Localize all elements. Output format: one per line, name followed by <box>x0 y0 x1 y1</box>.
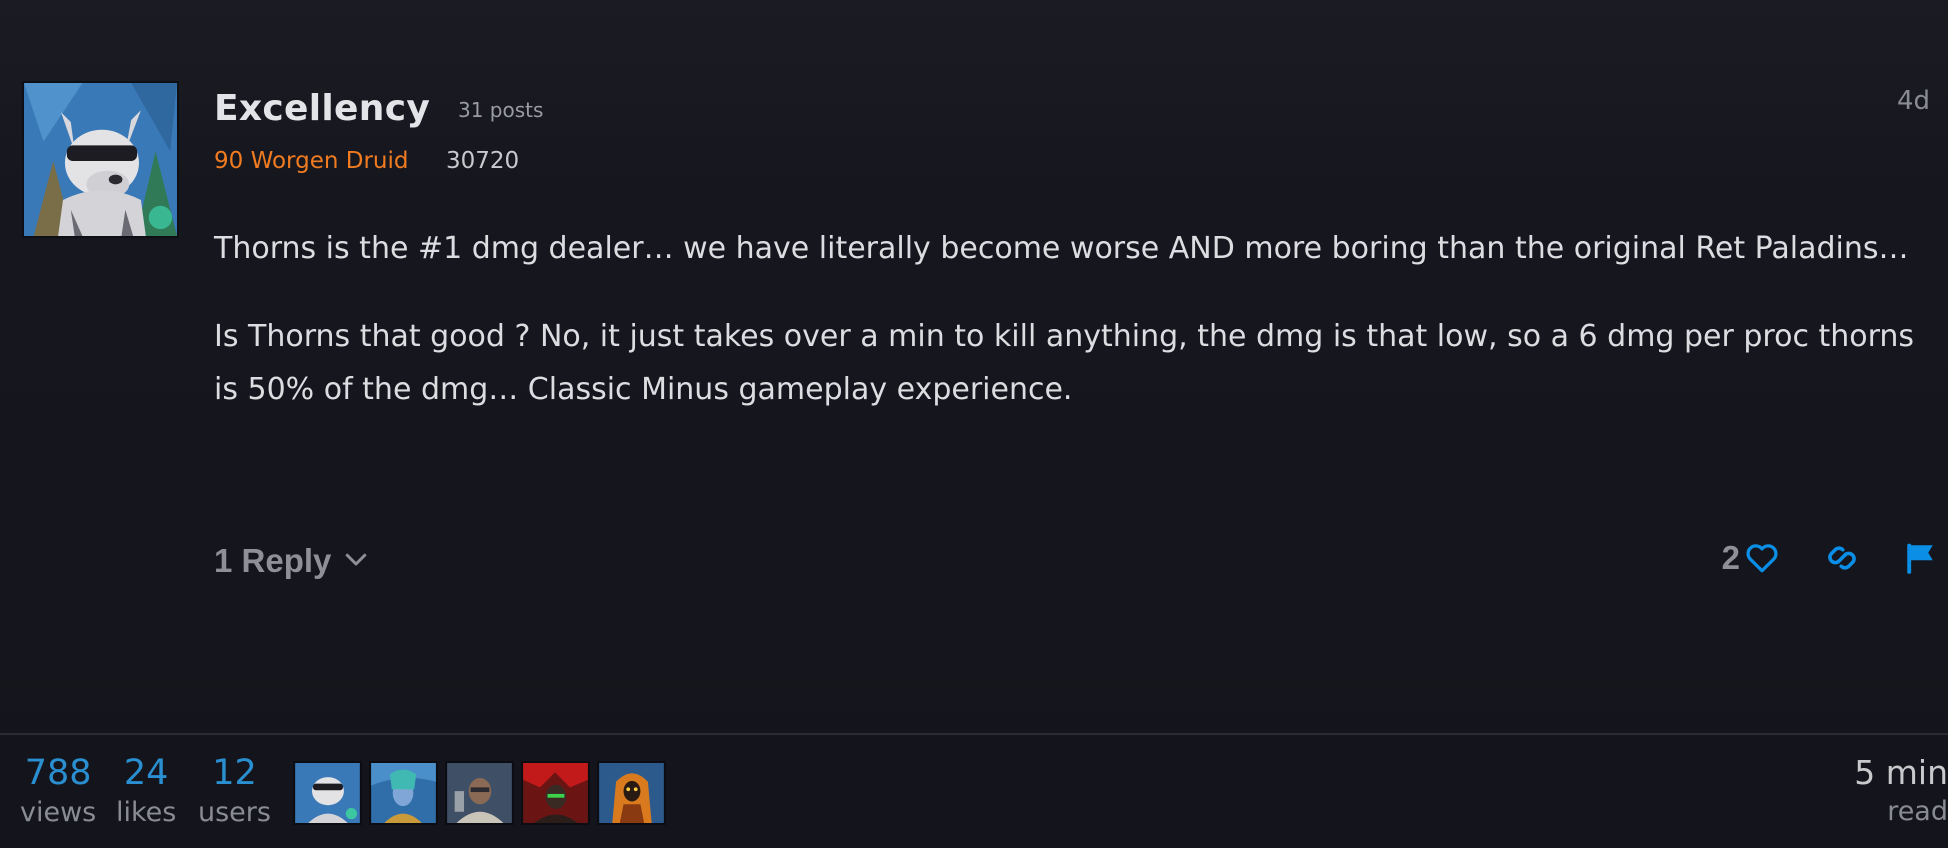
copy-link-button[interactable] <box>1824 540 1860 576</box>
participant-avatar[interactable] <box>293 761 362 825</box>
link-icon <box>1828 546 1856 570</box>
participant-avatar[interactable] <box>369 761 438 825</box>
replies-label: 1 Reply <box>214 542 332 579</box>
chevron-down-icon <box>341 540 371 582</box>
read-time: 5 min read <box>1854 752 1948 830</box>
views-stat: 788 views <box>20 752 96 832</box>
hooded-avatar-image <box>599 763 664 823</box>
read-time-value: 5 min <box>1854 753 1948 792</box>
topic-map-divider <box>0 733 1948 735</box>
likes-label: likes <box>116 797 177 828</box>
post-paragraph: Thorns is the #1 dmg dealer… we have lit… <box>214 231 1909 266</box>
warrior-avatar-image <box>447 763 512 823</box>
flag-button[interactable] <box>1902 540 1938 576</box>
participant-avatars <box>293 761 666 825</box>
like-count[interactable]: 2 <box>1722 539 1740 577</box>
show-replies-button[interactable]: 1 Reply <box>214 540 371 582</box>
worgen-avatar-image <box>295 763 360 823</box>
read-time-label: read <box>1887 796 1948 827</box>
character-info[interactable]: 90 Worgen Druid <box>214 148 408 174</box>
users-count: 12 <box>212 753 257 793</box>
like-button[interactable] <box>1744 540 1780 576</box>
username[interactable]: Excellency <box>214 88 430 129</box>
participant-avatar[interactable] <box>521 761 590 825</box>
night-elf-avatar-image <box>371 763 436 823</box>
topic-post-page: Excellency 31 posts 90 Worgen Druid 3072… <box>0 0 1948 848</box>
demon-hunter-avatar-image <box>523 763 588 823</box>
post-body: Thorns is the #1 dmg dealer… we have lit… <box>214 222 1924 451</box>
participant-avatar[interactable] <box>445 761 514 825</box>
post-actions: 2 <box>1722 536 1938 580</box>
users-stat: 12 users <box>198 752 271 832</box>
post-date[interactable]: 4d <box>1897 86 1930 116</box>
participant-avatar[interactable] <box>597 761 666 825</box>
post-paragraph: Is Thorns that good ? No, it just takes … <box>214 319 1915 407</box>
likes-count: 24 <box>123 753 169 793</box>
views-count: 788 <box>24 753 92 793</box>
achievement-points: 30720 <box>446 148 520 174</box>
views-label: views <box>20 797 97 828</box>
post-count: 31 posts <box>458 98 544 122</box>
likes-stat[interactable]: 24 likes <box>116 752 176 832</box>
users-label: users <box>198 797 271 828</box>
heart-icon <box>1746 544 1778 573</box>
flag-icon <box>1907 543 1933 574</box>
user-avatar[interactable] <box>22 81 179 238</box>
worgen-avatar-image <box>24 83 177 236</box>
